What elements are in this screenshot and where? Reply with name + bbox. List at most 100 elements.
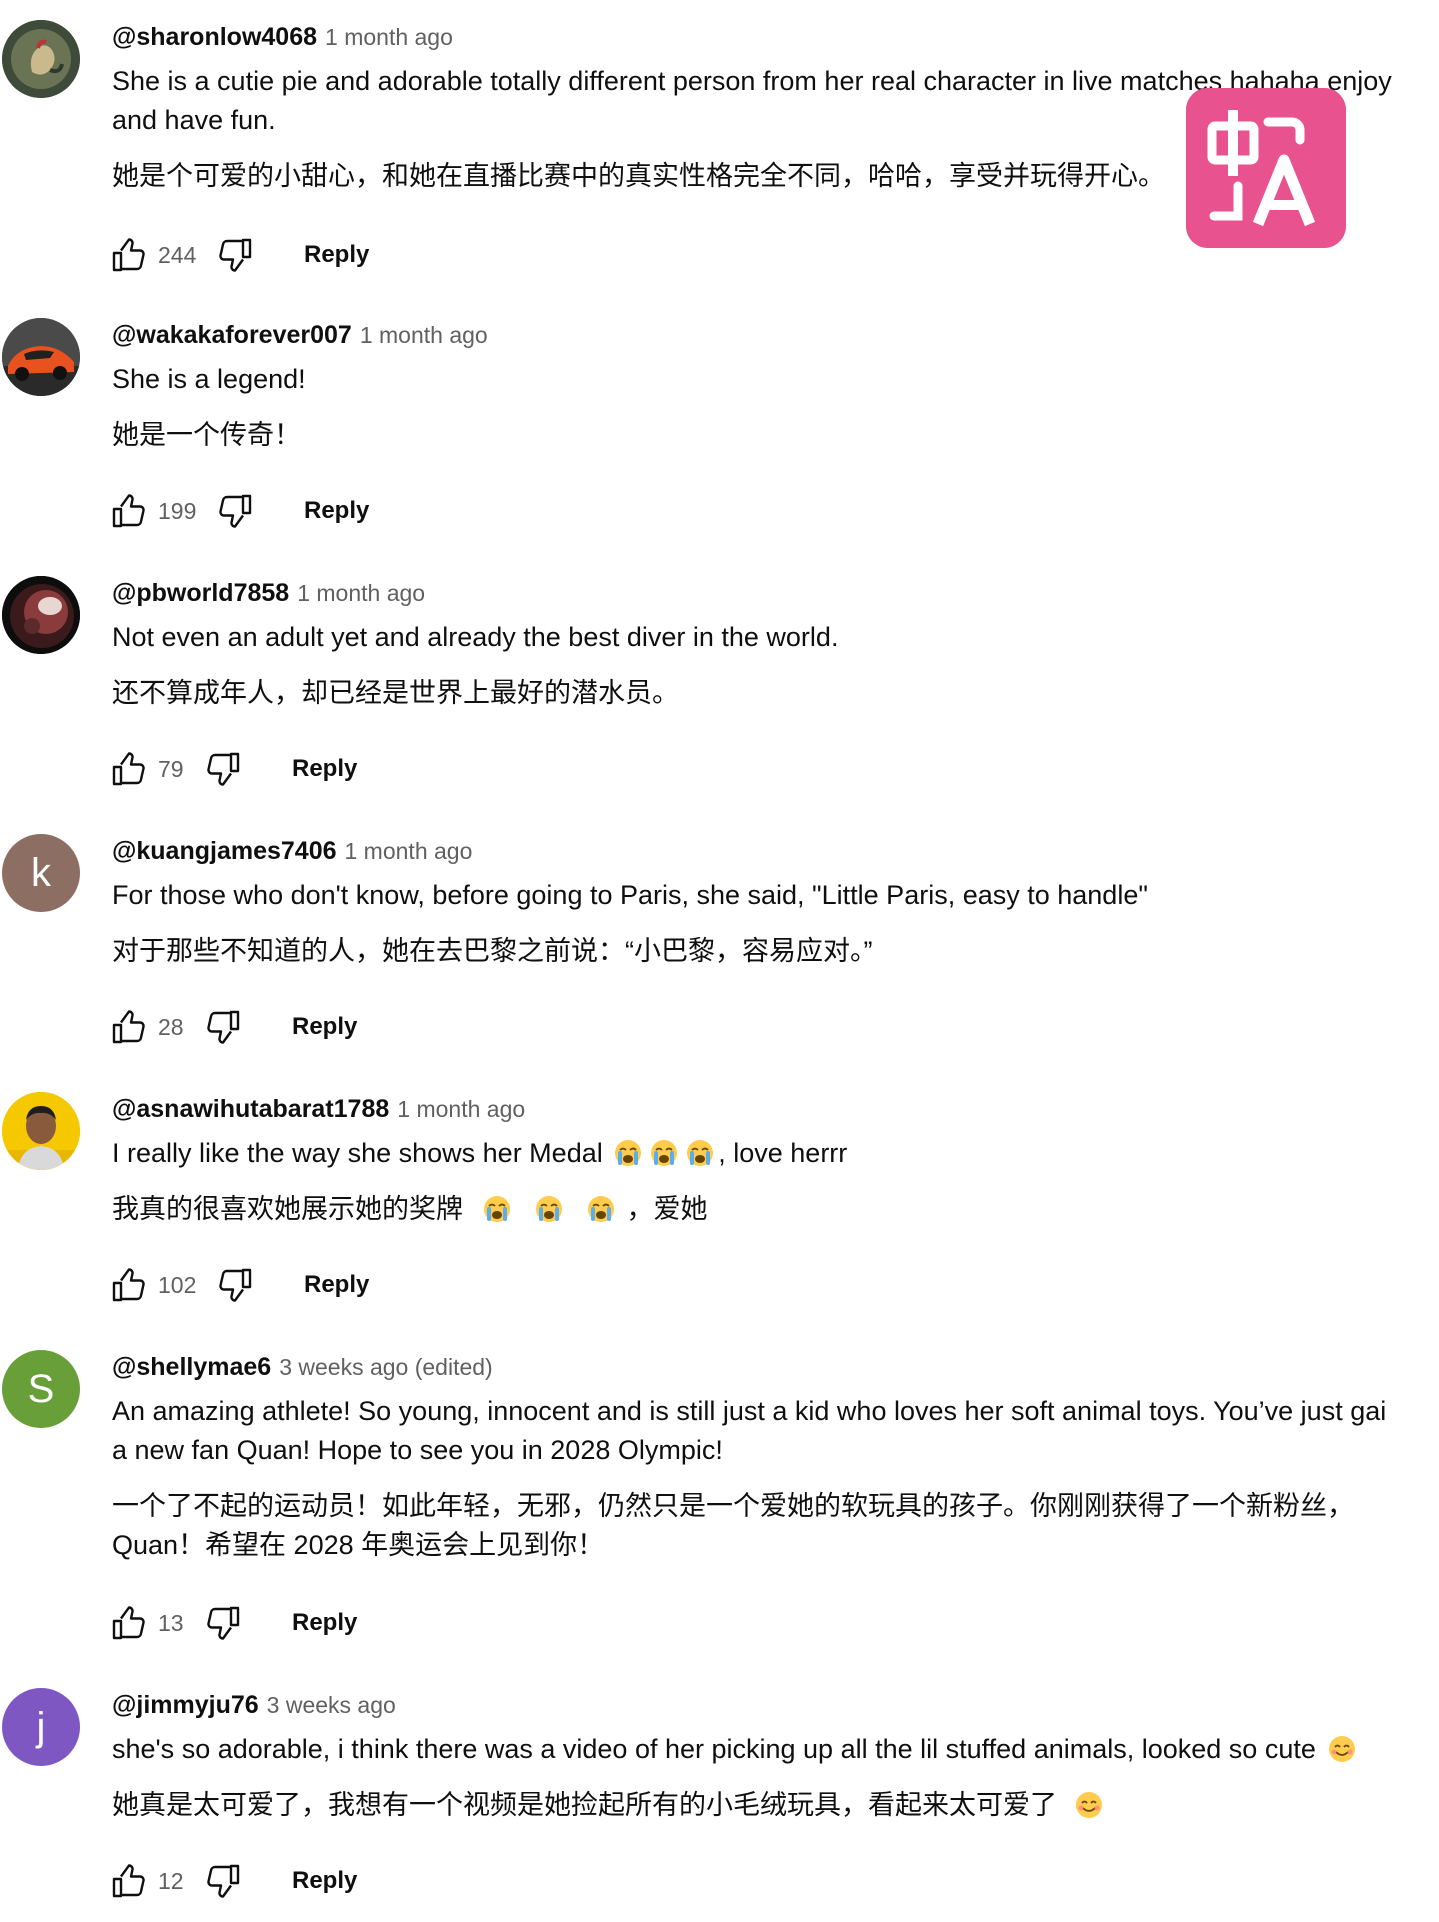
thumbs-up-icon[interactable] bbox=[108, 235, 148, 275]
smiling-face-icon bbox=[1075, 1791, 1103, 1819]
comment-translation: 她是一个传奇！ bbox=[112, 416, 1439, 455]
comment-timestamp[interactable]: 1 month ago bbox=[397, 1096, 525, 1122]
like-count: 79 bbox=[158, 755, 184, 782]
thumbs-down-icon[interactable] bbox=[204, 749, 244, 789]
comment-text-part: , love herrr bbox=[718, 1138, 848, 1168]
thumbs-down-icon[interactable] bbox=[204, 1861, 244, 1901]
like-count: 12 bbox=[158, 1867, 184, 1894]
thumbs-down-icon[interactable] bbox=[204, 1603, 244, 1643]
comment-timestamp[interactable]: 1 month ago bbox=[297, 580, 425, 606]
like-count: 244 bbox=[158, 241, 197, 268]
avatar-letter: k bbox=[31, 850, 51, 895]
comment-translation-line: 对于那些不知道的人，她在去巴黎之前说：“小巴黎，容易应对。” bbox=[112, 936, 873, 966]
comment-text: For those who don't know, before going t… bbox=[112, 876, 1439, 915]
comment-text-line: She is a legend! bbox=[112, 364, 306, 394]
comment-body: @asnawihutabarat1788 1 month ago I really… bbox=[112, 1092, 1439, 1229]
comment-actions: 13 Reply bbox=[108, 1598, 357, 1648]
planet-avatar-icon bbox=[2, 576, 80, 654]
avatar-letter: S bbox=[27, 1366, 55, 1411]
comment-actions: 28 Reply bbox=[108, 1002, 357, 1052]
comment-author[interactable]: @asnawihutabarat1788 bbox=[112, 1095, 389, 1123]
comment-author[interactable]: @shellymae6 bbox=[112, 1353, 271, 1381]
comment-actions: 102 Reply bbox=[108, 1260, 369, 1310]
smiling-face-icon bbox=[1328, 1735, 1356, 1763]
avatar[interactable]: k bbox=[2, 834, 80, 912]
avatar[interactable] bbox=[2, 1092, 80, 1170]
loudly-crying-face-icon bbox=[686, 1139, 714, 1167]
avatar[interactable] bbox=[2, 318, 80, 396]
thumbs-up-icon[interactable] bbox=[108, 1603, 148, 1643]
comment-timestamp[interactable]: 3 weeks ago (edited) bbox=[279, 1354, 493, 1380]
comment-translation: 我真的很喜欢她展示她的奖牌 ，爱她 bbox=[112, 1190, 1439, 1229]
avatar-letter: j bbox=[36, 1704, 46, 1749]
thumbs-down-icon[interactable] bbox=[216, 491, 256, 531]
comment-body: @wakakaforever007 1 month ago She is a le… bbox=[112, 318, 1439, 455]
comment-translation: 还不算成年人，却已经是世界上最好的潜水员。 bbox=[112, 674, 1439, 713]
thumbs-up-icon[interactable] bbox=[108, 1861, 148, 1901]
loudly-crying-face-icon bbox=[614, 1139, 642, 1167]
rooster-avatar-icon bbox=[2, 20, 80, 98]
comment-translation-part: 我真的很喜欢她展示她的奖牌 bbox=[112, 1194, 463, 1224]
avatar[interactable]: S bbox=[2, 1350, 80, 1428]
comment-body: @shellymae6 3 weeks ago (edited) An amazi… bbox=[112, 1350, 1439, 1565]
comment-actions: 12 Reply bbox=[108, 1856, 357, 1906]
like-count: 13 bbox=[158, 1609, 184, 1636]
reply-button[interactable]: Reply bbox=[304, 497, 369, 525]
comment-timestamp[interactable]: 1 month ago bbox=[345, 838, 473, 864]
comment-translation-line: Quan！希望在 2028 年奥运会上见到你！ bbox=[112, 1530, 605, 1560]
avatar[interactable] bbox=[2, 576, 80, 654]
comment-author[interactable]: @jimmyju76 bbox=[112, 1691, 259, 1719]
thumbs-down-icon[interactable] bbox=[204, 1007, 244, 1047]
thumbs-up-icon[interactable] bbox=[108, 491, 148, 531]
thumbs-down-icon[interactable] bbox=[216, 235, 256, 275]
comment-actions: 244 Reply bbox=[108, 230, 369, 280]
comment-actions: 79 Reply bbox=[108, 744, 357, 794]
reply-button[interactable]: Reply bbox=[292, 1867, 357, 1895]
loudly-crying-face-icon bbox=[483, 1195, 511, 1223]
comment-text-part: she's so adorable, i think there was a v… bbox=[112, 1734, 1316, 1764]
person-avatar-icon bbox=[2, 1092, 80, 1170]
comment-author[interactable]: @pbworld7858 bbox=[112, 579, 289, 607]
thumbs-down-icon[interactable] bbox=[216, 1265, 256, 1305]
reply-button[interactable]: Reply bbox=[304, 1271, 369, 1299]
comment-author[interactable]: @sharonlow4068 bbox=[112, 23, 317, 51]
comment-text-line: For those who don't know, before going t… bbox=[112, 880, 1148, 910]
avatar[interactable]: j bbox=[2, 1688, 80, 1766]
reply-button[interactable]: Reply bbox=[292, 1013, 357, 1041]
comment-text: she's so adorable, i think there was a v… bbox=[112, 1730, 1439, 1769]
loudly-crying-face-icon bbox=[650, 1139, 678, 1167]
comment-timestamp[interactable]: 3 weeks ago bbox=[267, 1692, 396, 1718]
comment-translation: 一个了不起的运动员！如此年轻，无邪，仍然只是一个爱她的软玩具的孩子。你刚刚获得了… bbox=[112, 1487, 1439, 1565]
thumbs-up-icon[interactable] bbox=[108, 749, 148, 789]
comment-text: She is a legend! bbox=[112, 360, 1439, 399]
comment-text-line: An amazing athlete! So young, innocent a… bbox=[112, 1396, 1387, 1426]
loudly-crying-face-icon bbox=[587, 1195, 615, 1223]
comment-timestamp[interactable]: 1 month ago bbox=[325, 24, 453, 50]
reply-button[interactable]: Reply bbox=[304, 241, 369, 269]
avatar[interactable] bbox=[2, 20, 80, 98]
thumbs-up-icon[interactable] bbox=[108, 1265, 148, 1305]
comment-actions: 199 Reply bbox=[108, 486, 369, 536]
comment-author[interactable]: @wakakaforever007 bbox=[112, 321, 352, 349]
comment-text: An amazing athlete! So young, innocent a… bbox=[112, 1392, 1439, 1470]
like-count: 28 bbox=[158, 1013, 184, 1040]
comment-author[interactable]: @kuangjames7406 bbox=[112, 837, 337, 865]
reply-button[interactable]: Reply bbox=[292, 1609, 357, 1637]
like-count: 102 bbox=[158, 1271, 197, 1298]
translate-badge-icon[interactable] bbox=[1186, 88, 1346, 248]
comment-text-part: I really like the way she shows her Meda… bbox=[112, 1138, 603, 1168]
comment-translation-line: 一个了不起的运动员！如此年轻，无邪，仍然只是一个爱她的软玩具的孩子。你刚刚获得了… bbox=[112, 1491, 1354, 1521]
comment-translation: 她真是太可爱了，我想有一个视频是她捡起所有的小毛绒玩具，看起来太可爱了 bbox=[112, 1786, 1439, 1825]
comment-timestamp[interactable]: 1 month ago bbox=[360, 322, 488, 348]
reply-button[interactable]: Reply bbox=[292, 755, 357, 783]
thumbs-up-icon[interactable] bbox=[108, 1007, 148, 1047]
sports-car-avatar-icon bbox=[2, 318, 80, 396]
comment-translation-part: 她真是太可爱了，我想有一个视频是她捡起所有的小毛绒玩具，看起来太可爱了 bbox=[112, 1790, 1057, 1820]
comment-translation-part: ，爱她 bbox=[626, 1194, 708, 1224]
comment-text-line: Not even an adult yet and already the be… bbox=[112, 622, 839, 652]
like-count: 199 bbox=[158, 497, 197, 524]
loudly-crying-face-icon bbox=[535, 1195, 563, 1223]
comment-text: Not even an adult yet and already the be… bbox=[112, 618, 1439, 657]
comment-body: @jimmyju76 3 weeks ago she's so adorable,… bbox=[112, 1688, 1439, 1825]
comment-translation-line: 还不算成年人，却已经是世界上最好的潜水员。 bbox=[112, 678, 679, 708]
